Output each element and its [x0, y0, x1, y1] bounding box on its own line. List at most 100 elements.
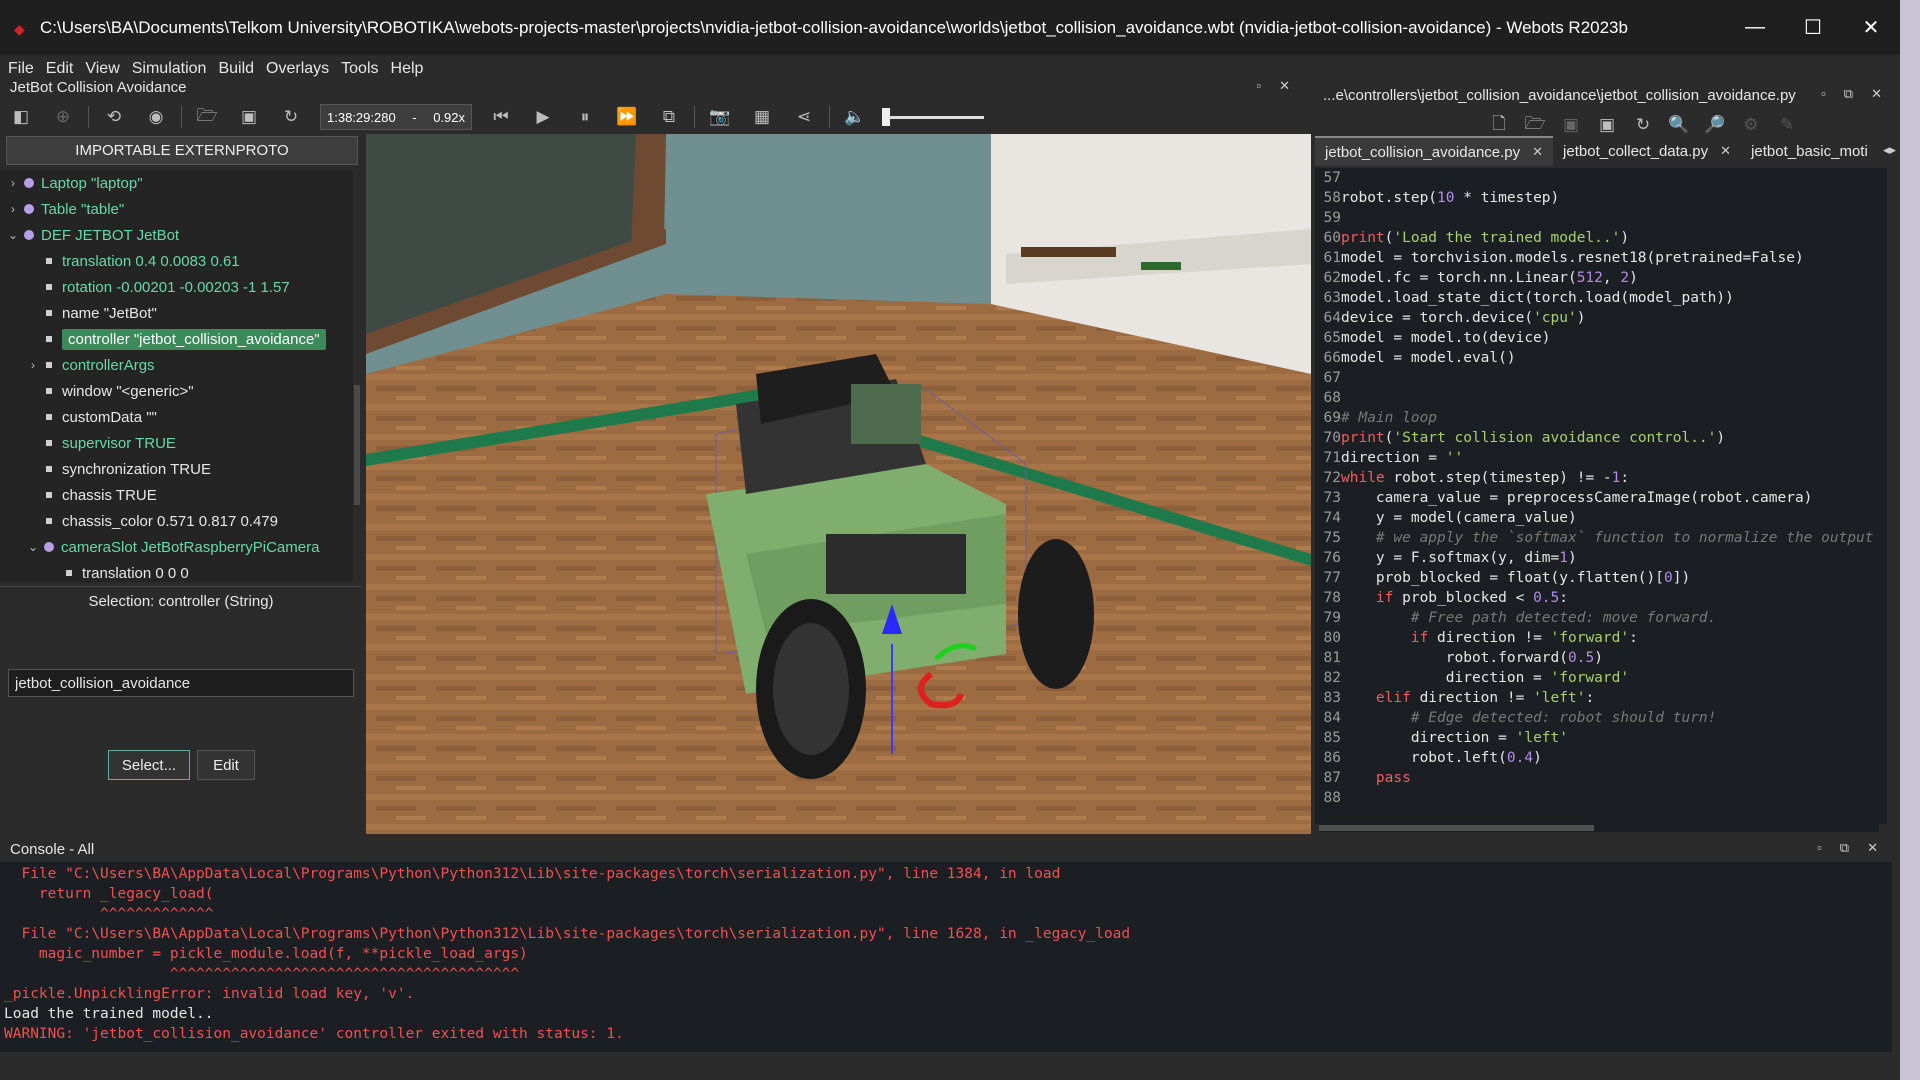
tree-item[interactable]: name "JetBot"	[0, 300, 355, 326]
volume-slider-knob[interactable]	[882, 107, 890, 126]
code-line[interactable]: 64device = torch.device('cpu')	[1315, 308, 1887, 328]
tree-item[interactable]: translation 0.4 0.0083 0.61	[0, 248, 355, 274]
close-panel-icon[interactable]: ✕	[1279, 78, 1290, 94]
code-line[interactable]: 70print('Start collision avoidance contr…	[1315, 428, 1887, 448]
code-line[interactable]: 71direction = ''	[1315, 448, 1887, 468]
expand-arrow-icon[interactable]: ›	[6, 202, 20, 216]
code-line[interactable]: 86 robot.left(0.4)	[1315, 748, 1887, 768]
expand-arrow-icon[interactable]: ›	[26, 358, 40, 372]
movie-icon[interactable]: ▦	[750, 105, 774, 129]
console-output[interactable]: File "C:\Users\BA\AppData\Local\Programs…	[0, 862, 1892, 1052]
code-line[interactable]: 74 y = model(camera_value)	[1315, 508, 1887, 528]
tree-item[interactable]: › Table "table"	[0, 196, 355, 222]
sound-mute-icon[interactable]: 🔈	[843, 105, 867, 129]
maximize-button[interactable]: ☐	[1784, 0, 1842, 55]
tree-item[interactable]: ⌄ cameraSlot JetBotRaspberryPiCamera	[0, 534, 355, 560]
tree-item[interactable]: window "<generic>"	[0, 378, 355, 404]
code-line[interactable]: 58robot.step(10 * timestep)	[1315, 188, 1887, 208]
view-eye-icon[interactable]: ◉	[144, 105, 168, 129]
reset-simulation-icon[interactable]: ⏮	[489, 105, 513, 129]
code-line[interactable]: 57	[1315, 168, 1887, 188]
code-line[interactable]: 82 direction = 'forward'	[1315, 668, 1887, 688]
new-file-icon[interactable]: 🗋	[1487, 113, 1511, 137]
console-maximize-icon[interactable]: ⧉	[1840, 840, 1849, 856]
toggle-scene-tree-icon[interactable]: ◧	[9, 105, 33, 129]
float-panel-icon[interactable]: ▫	[1256, 78, 1261, 94]
tree-item[interactable]: rotation -0.00201 -0.00203 -1 1.57	[0, 274, 355, 300]
code-line[interactable]: 72while robot.step(timestep) != -1:	[1315, 468, 1887, 488]
editor-float-icon[interactable]: ▫	[1821, 86, 1826, 102]
code-line[interactable]: 77 prob_blocked = float(y.flatten()[0])	[1315, 568, 1887, 588]
scene-tree-scrollbar[interactable]	[353, 170, 361, 582]
tab-close-icon[interactable]: ✕	[1532, 144, 1543, 160]
build-icon[interactable]: ⚙	[1739, 113, 1763, 137]
code-line[interactable]: 59	[1315, 208, 1887, 228]
code-line[interactable]: 73 camera_value = preprocessCameraImage(…	[1315, 488, 1887, 508]
code-line[interactable]: 81 robot.forward(0.5)	[1315, 648, 1887, 668]
expand-arrow-icon[interactable]: ›	[6, 176, 20, 190]
code-line[interactable]: 85 direction = 'left'	[1315, 728, 1887, 748]
expand-arrow-icon[interactable]: ⌄	[26, 540, 40, 554]
editor-maximize-icon[interactable]: ⧉	[1844, 86, 1853, 102]
select-button[interactable]: Select...	[108, 750, 190, 780]
code-line[interactable]: 69# Main loop	[1315, 408, 1887, 428]
pause-icon[interactable]: ⏸	[573, 105, 597, 129]
code-line[interactable]: 78 if prob_blocked < 0.5:	[1315, 588, 1887, 608]
open-file-icon[interactable]: 🗁	[1523, 113, 1547, 137]
tree-item[interactable]: ⌄ DEF JETBOT JetBot	[0, 222, 355, 248]
importable-externproto-button[interactable]: IMPORTABLE EXTERNPROTO	[6, 136, 358, 165]
save-disabled-icon[interactable]: ▣	[1559, 113, 1583, 137]
tab-jetbot-collect-data[interactable]: jetbot_collect_data.py ✕	[1553, 136, 1741, 166]
code-line[interactable]: 84 # Edge detected: robot should turn!	[1315, 708, 1887, 728]
editor-close-icon[interactable]: ✕	[1871, 86, 1882, 102]
code-line[interactable]: 75 # we apply the `softmax` function to …	[1315, 528, 1887, 548]
code-line[interactable]: 65model = model.to(device)	[1315, 328, 1887, 348]
tree-item[interactable]: customData ""	[0, 404, 355, 430]
code-line[interactable]: 62model.fc = torch.nn.Linear(512, 2)	[1315, 268, 1887, 288]
revert-icon[interactable]: ↻	[1631, 113, 1655, 137]
code-line[interactable]: 66model = model.eval()	[1315, 348, 1887, 368]
code-line[interactable]: 88	[1315, 788, 1887, 808]
edit-button[interactable]: Edit	[197, 750, 255, 780]
screenshot-icon[interactable]: 📷	[708, 105, 732, 129]
code-line[interactable]: 60print('Load the trained model..')	[1315, 228, 1887, 248]
tree-item[interactable]: supervisor TRUE	[0, 430, 355, 456]
clean-icon[interactable]: ✎	[1775, 113, 1799, 137]
find-icon[interactable]: 🔍	[1667, 113, 1691, 137]
code-line[interactable]: 61model = torchvision.models.resnet18(pr…	[1315, 248, 1887, 268]
save-world-icon[interactable]: ▣	[237, 105, 261, 129]
minimize-button[interactable]: —	[1726, 0, 1784, 55]
code-line[interactable]: 87 pass	[1315, 768, 1887, 788]
tab-jetbot-collision-avoidance[interactable]: jetbot_collision_avoidance.py ✕	[1315, 136, 1554, 166]
save-all-icon[interactable]: ▣	[1595, 113, 1619, 137]
step-icon[interactable]: ▶	[531, 105, 555, 129]
fast-forward-icon[interactable]: ⏩	[615, 105, 639, 129]
tree-item[interactable]: › controllerArgs	[0, 352, 355, 378]
close-button[interactable]: ✕	[1842, 0, 1900, 55]
tree-item[interactable]: chassis_color 0.571 0.817 0.479	[0, 508, 355, 534]
replace-icon[interactable]: 🔎	[1703, 113, 1727, 137]
reset-viewpoint-icon[interactable]: ⟲	[102, 105, 126, 129]
tab-jetbot-basic-motion[interactable]: jetbot_basic_moti	[1741, 136, 1878, 166]
tree-item[interactable]: › Laptop "laptop"	[0, 170, 355, 196]
code-line[interactable]: 83 elif direction != 'left':	[1315, 688, 1887, 708]
volume-slider[interactable]	[882, 107, 984, 126]
expand-arrow-icon[interactable]: ⌄	[6, 228, 20, 242]
tree-item[interactable]: translation 0 0 0	[0, 560, 355, 582]
share-icon[interactable]: ⋖	[792, 105, 816, 129]
code-line[interactable]: 79 # Free path detected: move forward.	[1315, 608, 1887, 628]
code-line[interactable]: 63model.load_state_dict(torch.load(model…	[1315, 288, 1887, 308]
tab-close-icon[interactable]: ✕	[1720, 143, 1731, 159]
code-line[interactable]: 67	[1315, 368, 1887, 388]
code-area[interactable]: 57 58robot.step(10 * timestep) 59 60print('…	[1315, 168, 1887, 824]
reload-world-icon[interactable]: ↻	[279, 105, 303, 129]
tab-scroll-arrows-icon[interactable]: ◂▸	[1883, 142, 1896, 158]
code-line[interactable]: 76 y = F.softmax(y, dim=1)	[1315, 548, 1887, 568]
3d-view[interactable]	[366, 134, 1311, 834]
tree-item[interactable]: chassis TRUE	[0, 482, 355, 508]
code-line[interactable]: 80 if direction != 'forward':	[1315, 628, 1887, 648]
console-close-icon[interactable]: ✕	[1867, 840, 1878, 856]
3d-scene[interactable]	[366, 134, 1311, 834]
add-node-icon[interactable]: ⊕	[51, 105, 75, 129]
open-world-icon[interactable]: 🗁	[195, 105, 219, 129]
